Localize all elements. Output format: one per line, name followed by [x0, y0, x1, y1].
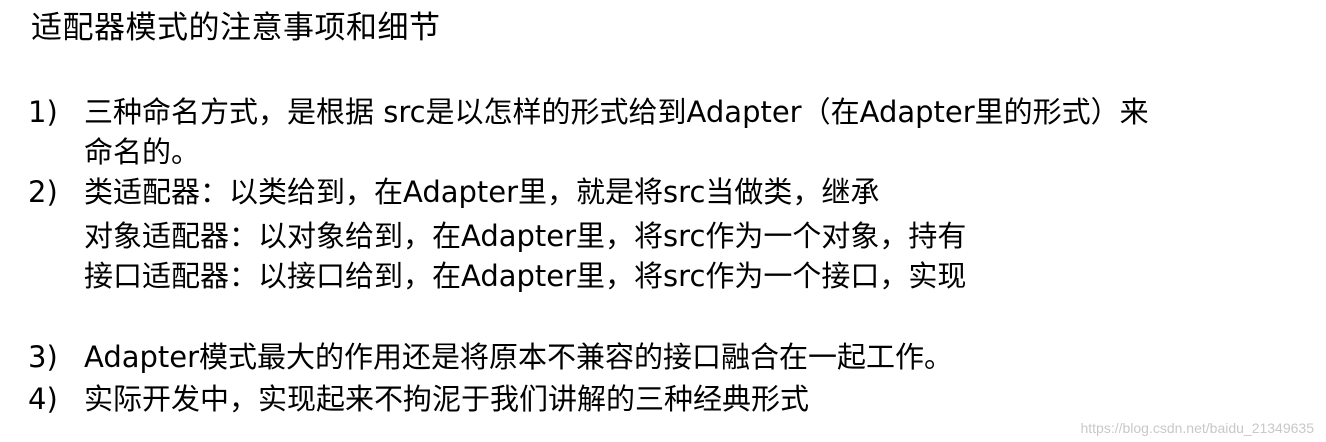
list-item-number: 2) — [28, 175, 58, 209]
page-title: 适配器模式的注意事项和细节 — [31, 10, 441, 46]
watermark: https://blog.csdn.net/baidu_21349635 — [1080, 420, 1314, 436]
list-item-text: 接口适配器：以接口给到，在Adapter里，将src作为一个接口，实现 — [84, 259, 967, 293]
list-item-number: 3) — [28, 340, 58, 374]
list-item-text: 命名的。 — [84, 135, 201, 169]
list-item-text: Adapter模式最大的作用还是将原本不兼容的接口融合在一起工作。 — [84, 340, 954, 374]
list-item-text: 类适配器：以类给到，在Adapter里，就是将src当做类，继承 — [84, 175, 880, 209]
list-item-number: 1) — [28, 95, 58, 129]
list-item-text: 实际开发中，实现起来不拘泥于我们讲解的三种经典形式 — [84, 382, 810, 416]
list-item-text: 三种命名方式，是根据 src是以怎样的形式给到Adapter（在Adapter里… — [84, 95, 1149, 129]
list-item-text: 对象适配器：以对象给到，在Adapter里，将src作为一个对象，持有 — [84, 219, 967, 253]
list-item-number: 4) — [28, 382, 58, 416]
